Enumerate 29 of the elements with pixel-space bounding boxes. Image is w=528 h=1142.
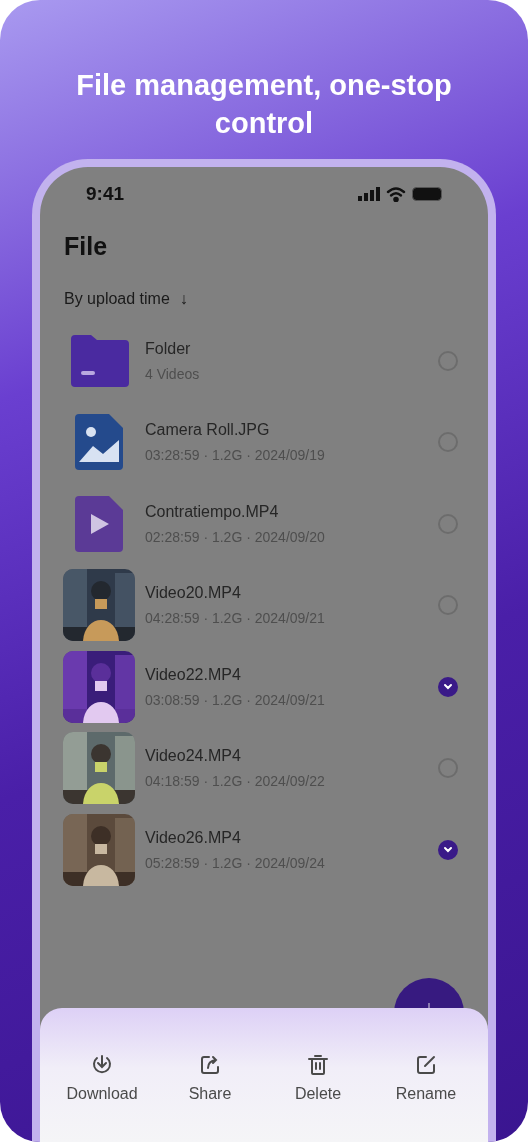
video-file-icon [75, 495, 123, 552]
checkbox[interactable] [438, 676, 458, 697]
action-button[interactable]: Delete [268, 1054, 368, 1104]
page-title: File [64, 231, 109, 261]
battery-icon [412, 187, 442, 201]
wifi-icon [386, 186, 406, 202]
file-name: Video22.MP4 [145, 664, 242, 685]
action-button[interactable]: Share [160, 1054, 260, 1104]
check-icon [443, 682, 453, 691]
edit-icon [415, 1054, 437, 1076]
file-name: Video24.MP4 [145, 746, 242, 767]
headline: File management, one-stop control [75, 68, 453, 141]
share-icon [199, 1054, 221, 1076]
trash-icon [307, 1054, 329, 1076]
file-name: Camera Roll.JPG [145, 420, 271, 441]
folder-icon [69, 334, 129, 387]
status-time: 9:41 [86, 181, 125, 206]
image-file-icon [75, 414, 123, 471]
action-button[interactable]: Download [52, 1054, 152, 1104]
signal-icon [358, 187, 380, 201]
sort-button[interactable]: By upload time ↓ [64, 289, 188, 309]
download-icon [91, 1054, 113, 1076]
checkbox[interactable] [438, 839, 458, 860]
file-name: Video20.MP4 [145, 583, 242, 604]
file-name: Folder [145, 338, 192, 359]
file-name: Video26.MP4 [145, 827, 242, 848]
action-button[interactable]: Rename [376, 1054, 476, 1104]
file-name: Contratiempo.MP4 [145, 501, 280, 522]
check-icon [443, 845, 453, 854]
